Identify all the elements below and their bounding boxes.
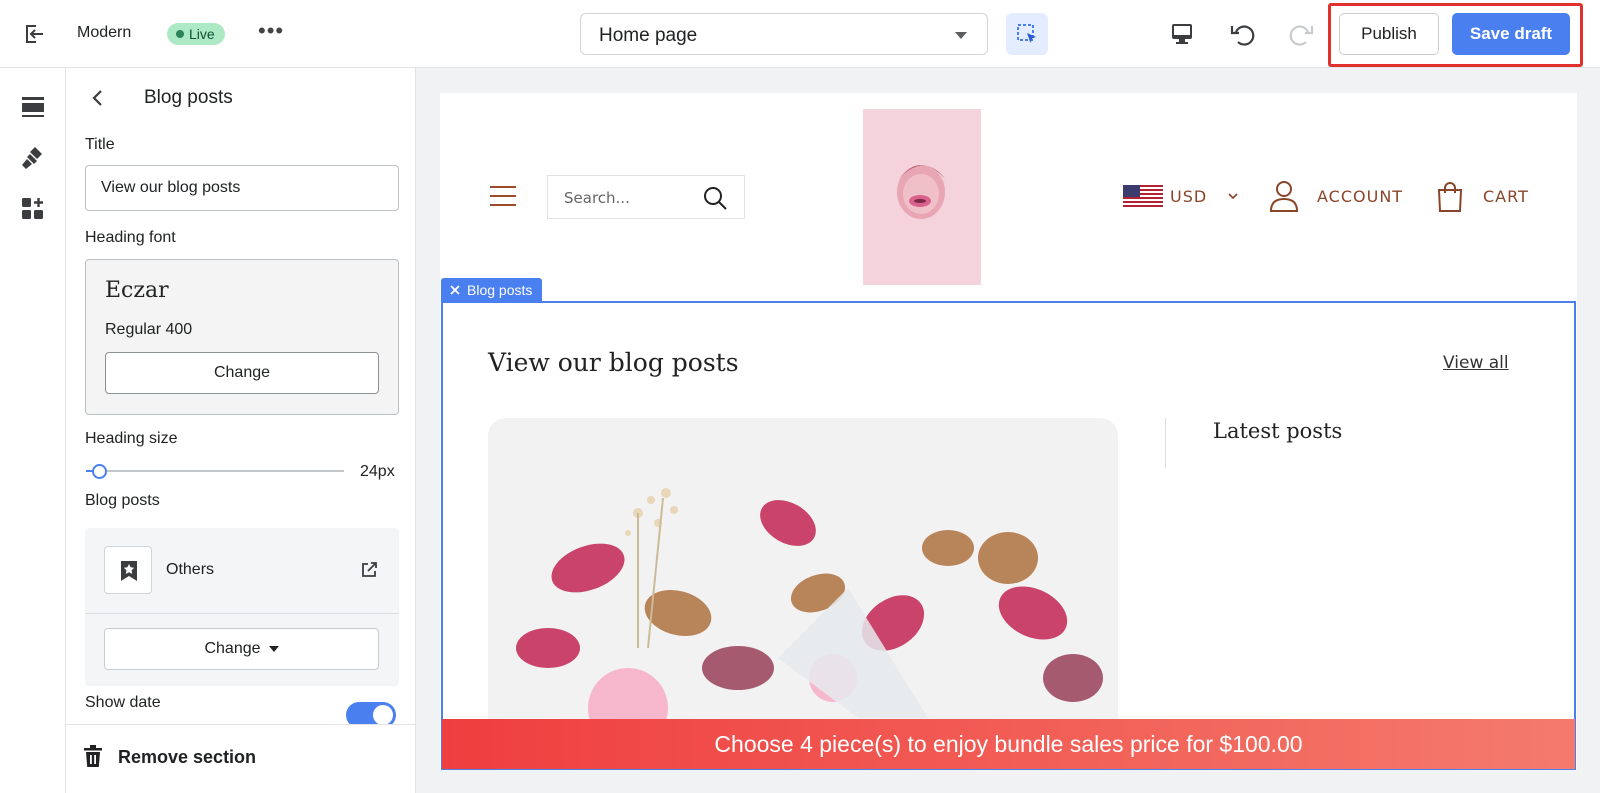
blog-picker: Others Change (85, 528, 399, 686)
publish-button[interactable]: Publish (1339, 13, 1439, 55)
back-arrow-icon[interactable] (86, 86, 110, 110)
panel-footer: Remove section (66, 724, 415, 793)
heading-size-label: Heading size (85, 430, 178, 447)
sections-icon[interactable] (19, 93, 47, 121)
page-selector-value: Home page (599, 25, 698, 46)
store-preview: Search... USD ACCOUNT CART Blog posts Vi… (440, 93, 1577, 770)
desktop-icon[interactable] (1168, 20, 1196, 48)
theme-name: Modern (77, 24, 132, 41)
search-placeholder: Search... (564, 189, 630, 207)
select-cursor-icon (1017, 24, 1036, 43)
font-name: Eczar (105, 278, 169, 303)
page-selector[interactable]: Home page (580, 13, 988, 55)
undo-icon[interactable] (1228, 20, 1256, 48)
blog-section-heading: View our blog posts (488, 348, 739, 377)
heading-size-value: 24px (360, 463, 395, 480)
blog-item-thumbnail (104, 546, 152, 594)
left-rail (0, 68, 66, 793)
toggle-knob (373, 705, 393, 725)
save-draft-button[interactable]: Save draft (1452, 13, 1570, 55)
close-icon[interactable] (450, 285, 460, 295)
blog-item-name: Others (166, 561, 215, 578)
divider (85, 613, 399, 614)
trash-icon[interactable] (83, 745, 103, 767)
view-all-link[interactable]: View all (1443, 353, 1509, 373)
external-link-icon[interactable] (360, 561, 378, 579)
caret-down-icon (268, 645, 279, 652)
us-flag-icon[interactable] (1123, 185, 1163, 209)
slider-thumb[interactable] (92, 464, 107, 479)
store-logo[interactable] (863, 109, 981, 285)
live-badge: Live (167, 23, 225, 45)
top-bar: Modern Live ••• Home page Publish Save d… (0, 0, 1600, 68)
blog-posts-label: Blog posts (85, 492, 160, 509)
inspector-toggle[interactable] (1006, 13, 1048, 55)
show-date-label: Show date (85, 694, 161, 711)
change-blog-label: Change (204, 640, 261, 657)
blog-post-image[interactable] (488, 418, 1118, 728)
panel-title: Blog posts (144, 87, 233, 108)
redo-icon[interactable] (1288, 20, 1316, 48)
change-blog-button[interactable]: Change (104, 628, 379, 670)
selected-section-tag[interactable]: Blog posts (441, 278, 543, 302)
exit-icon[interactable] (22, 22, 46, 46)
currency-selector[interactable]: USD (1170, 187, 1207, 206)
logo-image (897, 165, 945, 219)
chevron-down-icon[interactable] (1227, 190, 1239, 202)
heading-font-label: Heading font (85, 229, 176, 246)
chevron-down-icon (955, 32, 967, 39)
change-font-button[interactable]: Change (105, 352, 379, 394)
bookmark-star-icon (121, 561, 137, 581)
dried-flowers-image (488, 418, 1118, 728)
vertical-divider (1165, 418, 1166, 468)
cart-icon[interactable] (1436, 180, 1464, 212)
cart-link[interactable]: CART (1483, 187, 1529, 206)
promo-banner[interactable]: Choose 4 piece(s) to enjoy bundle sales … (442, 719, 1575, 769)
search-icon[interactable] (702, 185, 728, 211)
apps-icon[interactable] (19, 195, 47, 223)
font-picker-card: Eczar Regular 400 Change (85, 259, 399, 415)
remove-section-button[interactable]: Remove section (118, 747, 256, 768)
more-actions-icon[interactable]: ••• (258, 18, 284, 44)
section-settings-panel: Blog posts Title Heading font Eczar Regu… (66, 68, 416, 793)
theme-settings-icon[interactable] (19, 144, 47, 172)
title-input[interactable] (85, 165, 399, 211)
store-search-input[interactable]: Search... (547, 175, 745, 219)
font-weight: Regular 400 (105, 321, 193, 338)
section-tag-label: Blog posts (467, 282, 533, 298)
account-icon[interactable] (1269, 180, 1299, 212)
latest-posts-heading: Latest posts (1213, 419, 1343, 443)
title-label: Title (85, 136, 115, 153)
account-link[interactable]: ACCOUNT (1317, 187, 1403, 206)
menu-icon[interactable] (490, 186, 516, 206)
heading-size-slider[interactable] (86, 470, 344, 472)
